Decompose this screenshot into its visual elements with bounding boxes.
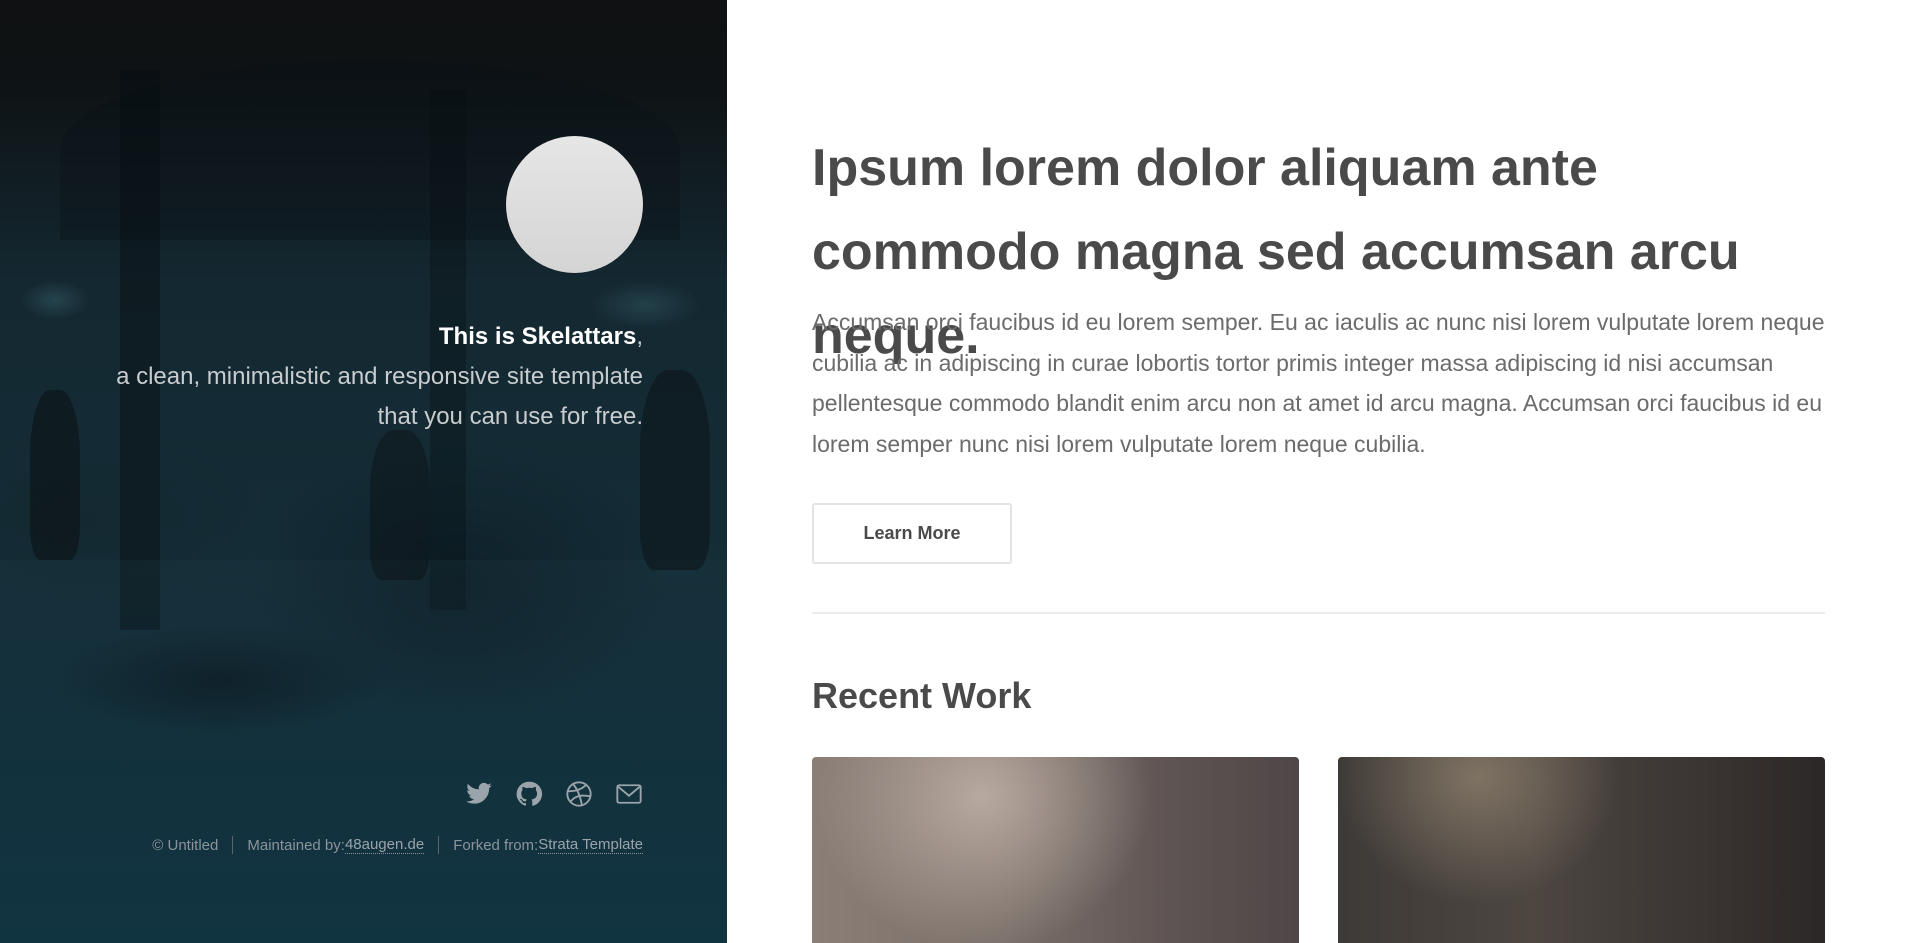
main-content: Ipsum lorem dolor aliquam ante commodo m… [727,0,1907,943]
github-icon[interactable] [515,780,543,808]
section-title-recent-work: Recent Work [812,675,1032,716]
envelope-icon[interactable] [615,780,643,808]
maintained-label: Maintained by: [247,836,345,854]
forked-link[interactable]: Strata Template [538,836,643,854]
site-name-suffix: , [636,323,643,350]
section-divider [812,612,1825,614]
intro-line-1: This is Skelattars, [83,317,643,357]
intro-line-2: a clean, minimalistic and responsive sit… [116,363,643,390]
site-name: This is Skelattars [438,323,637,350]
copyright-text: © Untitled [152,836,219,854]
twitter-icon[interactable] [465,780,493,808]
intro-line-3: that you can use for free. [377,403,644,430]
copyright: © Untitled Maintained by: 48augen.de For… [152,836,643,854]
background-light-left [20,280,90,320]
forked-label: Forked from: [453,836,539,854]
dribbble-icon[interactable] [565,780,593,808]
background-person-center [370,430,430,580]
social-links [465,780,643,808]
intro-text: This is Skelattars, a clean, minimalisti… [83,317,643,437]
header-panel: This is Skelattars, a clean, minimalisti… [0,0,727,943]
work-thumbnail[interactable] [812,757,1299,943]
copyright-divider [232,836,234,854]
work-thumbnail[interactable] [1338,757,1825,943]
learn-more-button[interactable]: Learn More [812,503,1012,564]
background-person-right [640,370,710,570]
lead-paragraph: Accumsan orci faucibus id eu lorem sempe… [812,309,1825,457]
copyright-divider [438,836,440,854]
background-road [0,560,727,780]
avatar[interactable] [506,136,643,273]
maintained-link[interactable]: 48augen.de [344,836,425,854]
background-person-left [30,390,80,560]
